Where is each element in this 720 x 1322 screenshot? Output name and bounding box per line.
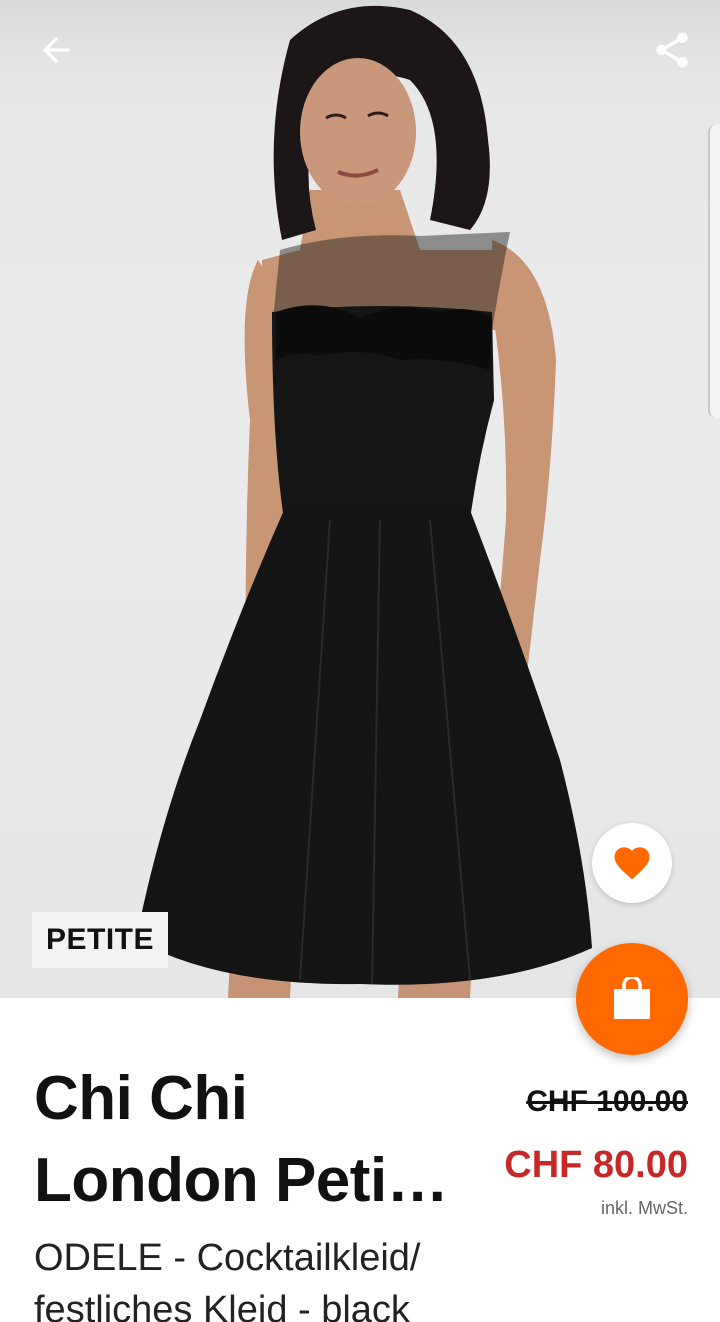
arrow-left-icon bbox=[42, 36, 70, 64]
back-button[interactable] bbox=[28, 22, 84, 78]
vat-note: inkl. MwSt. bbox=[600, 1198, 688, 1218]
image-scroll-indicator bbox=[708, 124, 720, 418]
product-name-line2: London Peti… bbox=[34, 1146, 449, 1215]
sale-price: CHF 80.00 bbox=[504, 1144, 688, 1186]
add-to-cart-button[interactable] bbox=[576, 943, 688, 1055]
wishlist-button[interactable] bbox=[592, 823, 672, 903]
petite-badge: PETITE bbox=[32, 912, 169, 968]
product-name-line1: Chi Chi bbox=[34, 1064, 248, 1133]
original-price: CHF 100.00 bbox=[526, 1085, 688, 1118]
product-description-line2: festliches Kleid - black bbox=[34, 1289, 410, 1322]
product-name: Chi Chi London Peti… bbox=[34, 1058, 454, 1222]
product-detail-screen: PETITE Chi Chi London Peti… CHF 100.00 C… bbox=[0, 0, 720, 1322]
heart-icon bbox=[614, 847, 650, 880]
product-description: ODELE - Cocktailkleid/ festliches Kleid … bbox=[34, 1232, 474, 1322]
product-description-line1: ODELE - Cocktailkleid/ bbox=[34, 1237, 421, 1279]
share-button[interactable] bbox=[644, 22, 700, 78]
price-block: CHF 100.00 CHF 80.00 inkl. MwSt. bbox=[504, 1082, 688, 1220]
shopping-bag-icon bbox=[614, 977, 650, 1019]
product-image-gallery[interactable]: PETITE bbox=[0, 0, 720, 998]
share-icon bbox=[656, 32, 688, 68]
